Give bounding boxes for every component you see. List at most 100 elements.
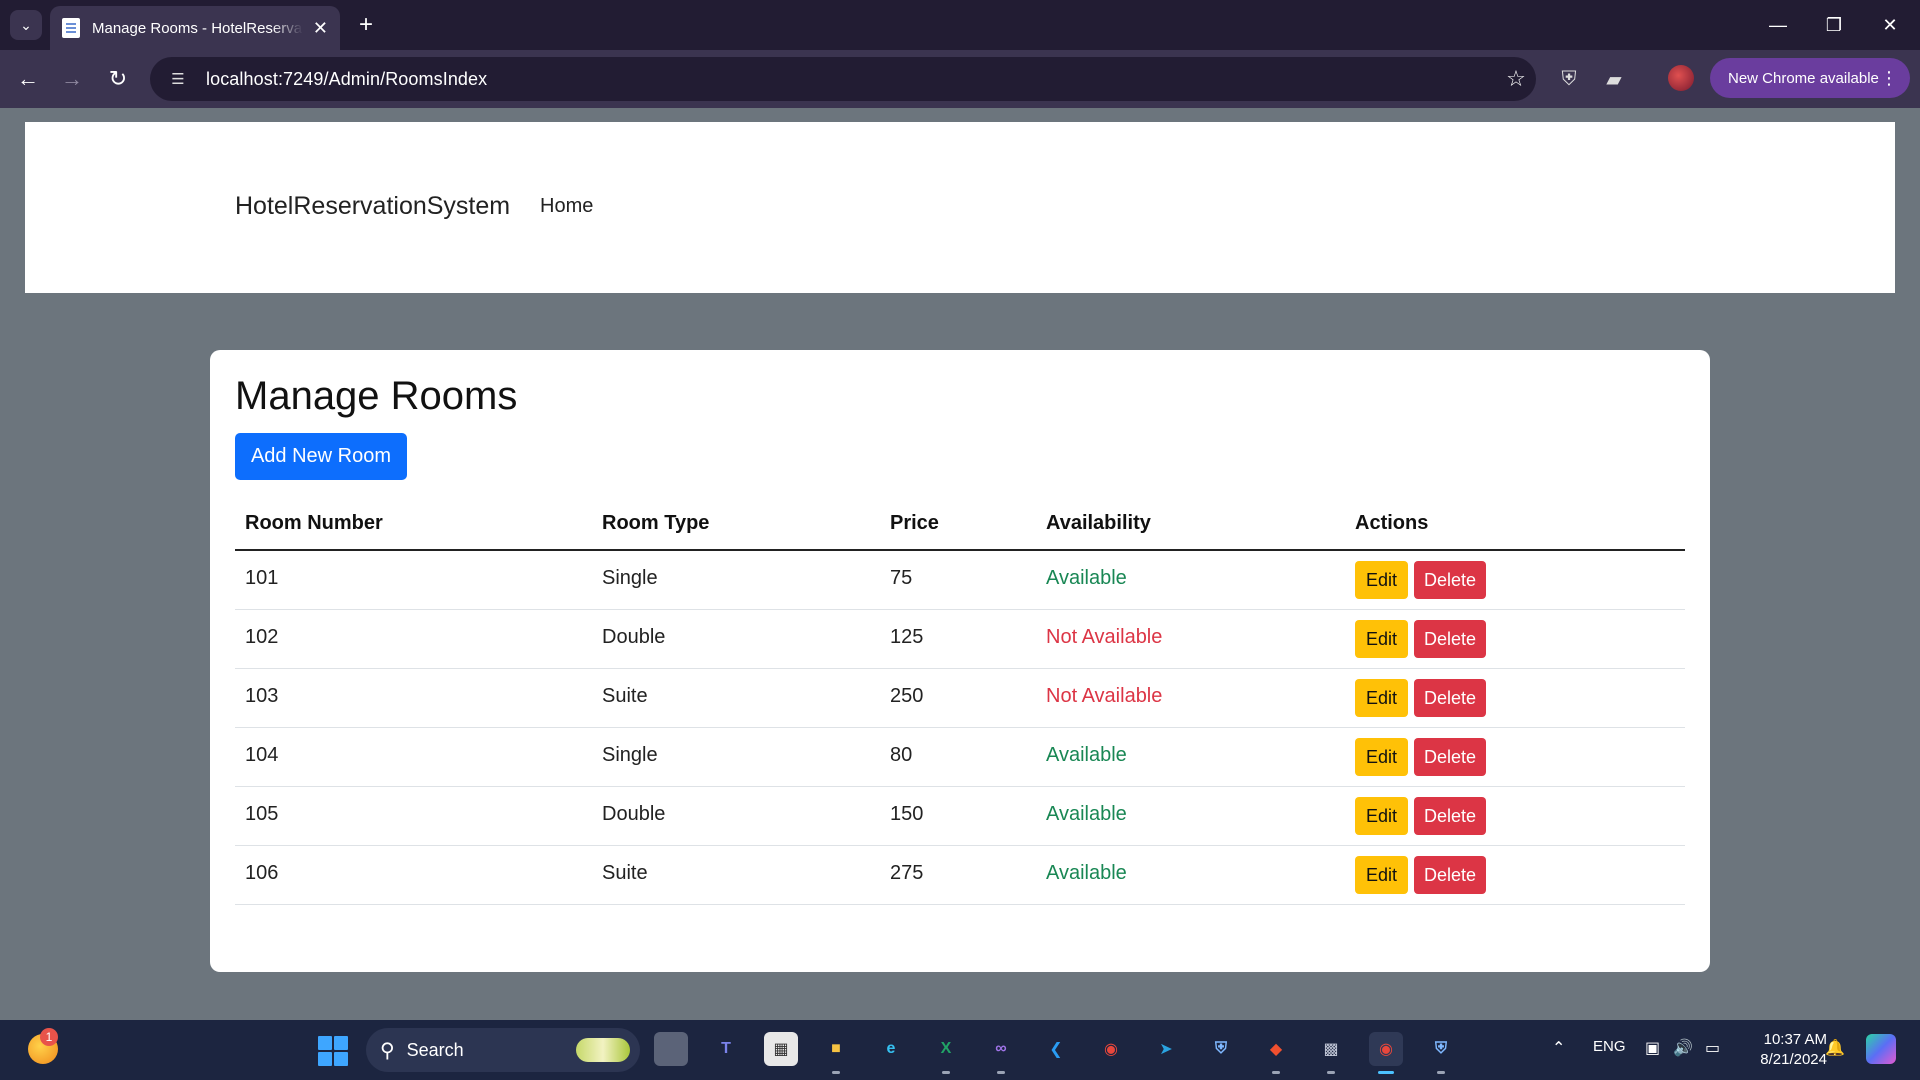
taskbar-search-box[interactable]: ⚲ Search <box>366 1028 640 1072</box>
forward-arrow-icon[interactable]: → <box>56 63 88 95</box>
battery-icon[interactable]: ▭ <box>1705 1038 1720 1058</box>
minimize-icon[interactable]: — <box>1750 0 1806 50</box>
cell-availability: Available <box>1046 862 1127 884</box>
extensions-puzzle-icon[interactable]: ▰ <box>1600 65 1628 93</box>
notification-bell-icon[interactable]: 🔔 <box>1825 1038 1845 1058</box>
nav-link-home[interactable]: Home <box>540 195 593 218</box>
tab-title: Manage Rooms - HotelReservationSystem <box>92 19 303 37</box>
new-chrome-label: New Chrome available <box>1728 69 1879 87</box>
delete-button[interactable]: Delete <box>1414 738 1486 776</box>
chrome-menu-icon[interactable]: ⋮ <box>1880 68 1898 89</box>
search-highlight-icon <box>576 1038 630 1062</box>
excel-icon[interactable]: X <box>929 1032 963 1074</box>
tray-overflow-chevron-icon[interactable]: ⌃ <box>1552 1038 1565 1058</box>
header-room-number: Room Number <box>245 512 383 534</box>
delete-button[interactable]: Delete <box>1414 679 1486 717</box>
edit-button[interactable]: Edit <box>1355 856 1408 894</box>
cell-availability: Not Available <box>1046 626 1163 648</box>
back-arrow-icon[interactable]: ← <box>12 63 44 95</box>
cell-availability: Not Available <box>1046 685 1163 707</box>
shield-extension-icon[interactable]: ⛨ <box>1555 65 1583 93</box>
new-chrome-available-button[interactable]: New Chrome available ⋮ <box>1710 58 1910 98</box>
site-info-icon[interactable]: ☰ <box>164 65 192 93</box>
search-icon: ⚲ <box>380 1039 395 1062</box>
table-header: Room Number Room Type Price Availability… <box>235 498 1685 551</box>
cell-availability: Available <box>1046 803 1127 825</box>
cell-room-number: 105 <box>245 803 279 825</box>
copilot-icon[interactable] <box>1866 1034 1896 1064</box>
telegram-icon[interactable]: ➤ <box>1149 1032 1183 1066</box>
network-icon[interactable]: ▣ <box>1645 1038 1660 1058</box>
terminal-icon[interactable]: ▩ <box>1314 1032 1348 1074</box>
delete-button[interactable]: Delete <box>1414 561 1486 599</box>
shield-app-icon[interactable]: ⛨ <box>1204 1032 1238 1066</box>
tab-search-chevron-icon[interactable]: ⌄ <box>10 10 42 40</box>
restore-icon[interactable]: ❐ <box>1806 0 1862 50</box>
page-title: Manage Rooms <box>235 374 518 418</box>
edit-button[interactable]: Edit <box>1355 738 1408 776</box>
cell-room-type: Suite <box>602 685 648 707</box>
edit-button[interactable]: Edit <box>1355 679 1408 717</box>
teams-icon[interactable]: T <box>709 1032 743 1066</box>
volume-icon[interactable]: 🔊 <box>1673 1038 1693 1058</box>
weather-badge: 1 <box>40 1028 58 1046</box>
rooms-table: Room Number Room Type Price Availability… <box>235 498 1685 905</box>
cell-room-type: Double <box>602 626 666 648</box>
vscode-icon[interactable]: ❮ <box>1039 1032 1073 1066</box>
header-price: Price <box>890 512 939 534</box>
table-row: 106 Suite 275 Available Edit Delete <box>235 846 1685 905</box>
clock-date: 8/21/2024 <box>1760 1051 1827 1068</box>
browser-tab[interactable]: Manage Rooms - HotelReservationSystem ✕ <box>50 6 340 50</box>
cell-price: 75 <box>890 567 913 589</box>
rooms-card: Manage Rooms Add New Room Room Number Ro… <box>210 350 1710 972</box>
cell-room-number: 102 <box>245 626 279 648</box>
table-row: 105 Double 150 Available Edit Delete <box>235 787 1685 846</box>
header-availability: Availability <box>1046 512 1151 534</box>
edit-button[interactable]: Edit <box>1355 561 1408 599</box>
taskbar-search-label: Search <box>406 1039 464 1060</box>
delete-button[interactable]: Delete <box>1414 620 1486 658</box>
cell-room-type: Single <box>602 567 658 589</box>
browser-toolbar: ← → ↻ ☰ localhost:7249/Admin/RoomsIndex … <box>0 50 1920 108</box>
cell-room-number: 101 <box>245 567 279 589</box>
security-icon[interactable]: ⛨ <box>1424 1032 1458 1074</box>
table-row: 101 Single 75 Available Edit Delete <box>235 551 1685 610</box>
cell-room-number: 106 <box>245 862 279 884</box>
bookmark-star-icon[interactable]: ☆ <box>1496 66 1536 92</box>
url-text[interactable]: localhost:7249/Admin/RoomsIndex <box>206 69 1496 90</box>
cell-price: 150 <box>890 803 924 825</box>
table-row: 103 Suite 250 Not Available Edit Delete <box>235 669 1685 728</box>
git-icon[interactable]: ◆ <box>1259 1032 1293 1074</box>
window-close-icon[interactable]: ✕ <box>1862 0 1918 50</box>
folder-icon[interactable]: ■ <box>819 1032 853 1074</box>
navbar-brand[interactable]: HotelReservationSystem <box>235 192 510 221</box>
cell-availability: Available <box>1046 567 1127 589</box>
windows-taskbar: 1 ⚲ Search T ▦ ■ e X ∞ ❮ ◉ ➤ ⛨ ◆ ▩ ◉ ⛨ ⌃… <box>0 1020 1920 1080</box>
tab-close-icon[interactable]: ✕ <box>313 18 328 39</box>
chrome-icon[interactable]: ◉ <box>1094 1032 1128 1066</box>
cell-room-number: 103 <box>245 685 279 707</box>
cell-room-type: Double <box>602 803 666 825</box>
windows-start-icon[interactable] <box>318 1036 348 1066</box>
chrome-active-icon[interactable]: ◉ <box>1369 1032 1403 1074</box>
clock-time: 10:37 AM <box>1763 1031 1827 1048</box>
edit-button[interactable]: Edit <box>1355 797 1408 835</box>
cell-availability: Available <box>1046 744 1127 766</box>
reload-icon[interactable]: ↻ <box>102 63 134 95</box>
add-new-room-button[interactable]: Add New Room <box>235 433 407 480</box>
header-room-type: Room Type <box>602 512 710 534</box>
delete-button[interactable]: Delete <box>1414 797 1486 835</box>
store-icon[interactable]: ▦ <box>764 1032 798 1066</box>
delete-button[interactable]: Delete <box>1414 856 1486 894</box>
visual-studio-icon[interactable]: ∞ <box>984 1032 1018 1074</box>
taskbar-clock[interactable]: 10:37 AM 8/21/2024 <box>1745 1030 1827 1070</box>
profile-avatar[interactable] <box>1668 65 1694 91</box>
task-view-icon[interactable] <box>654 1032 688 1066</box>
cell-room-type: Suite <box>602 862 648 884</box>
cell-room-type: Single <box>602 744 658 766</box>
address-bar[interactable]: ☰ localhost:7249/Admin/RoomsIndex ☆ <box>150 57 1536 101</box>
edge-icon[interactable]: e <box>874 1032 908 1066</box>
language-indicator[interactable]: ENG <box>1593 1038 1626 1055</box>
new-tab-plus-icon[interactable]: + <box>352 10 380 40</box>
edit-button[interactable]: Edit <box>1355 620 1408 658</box>
